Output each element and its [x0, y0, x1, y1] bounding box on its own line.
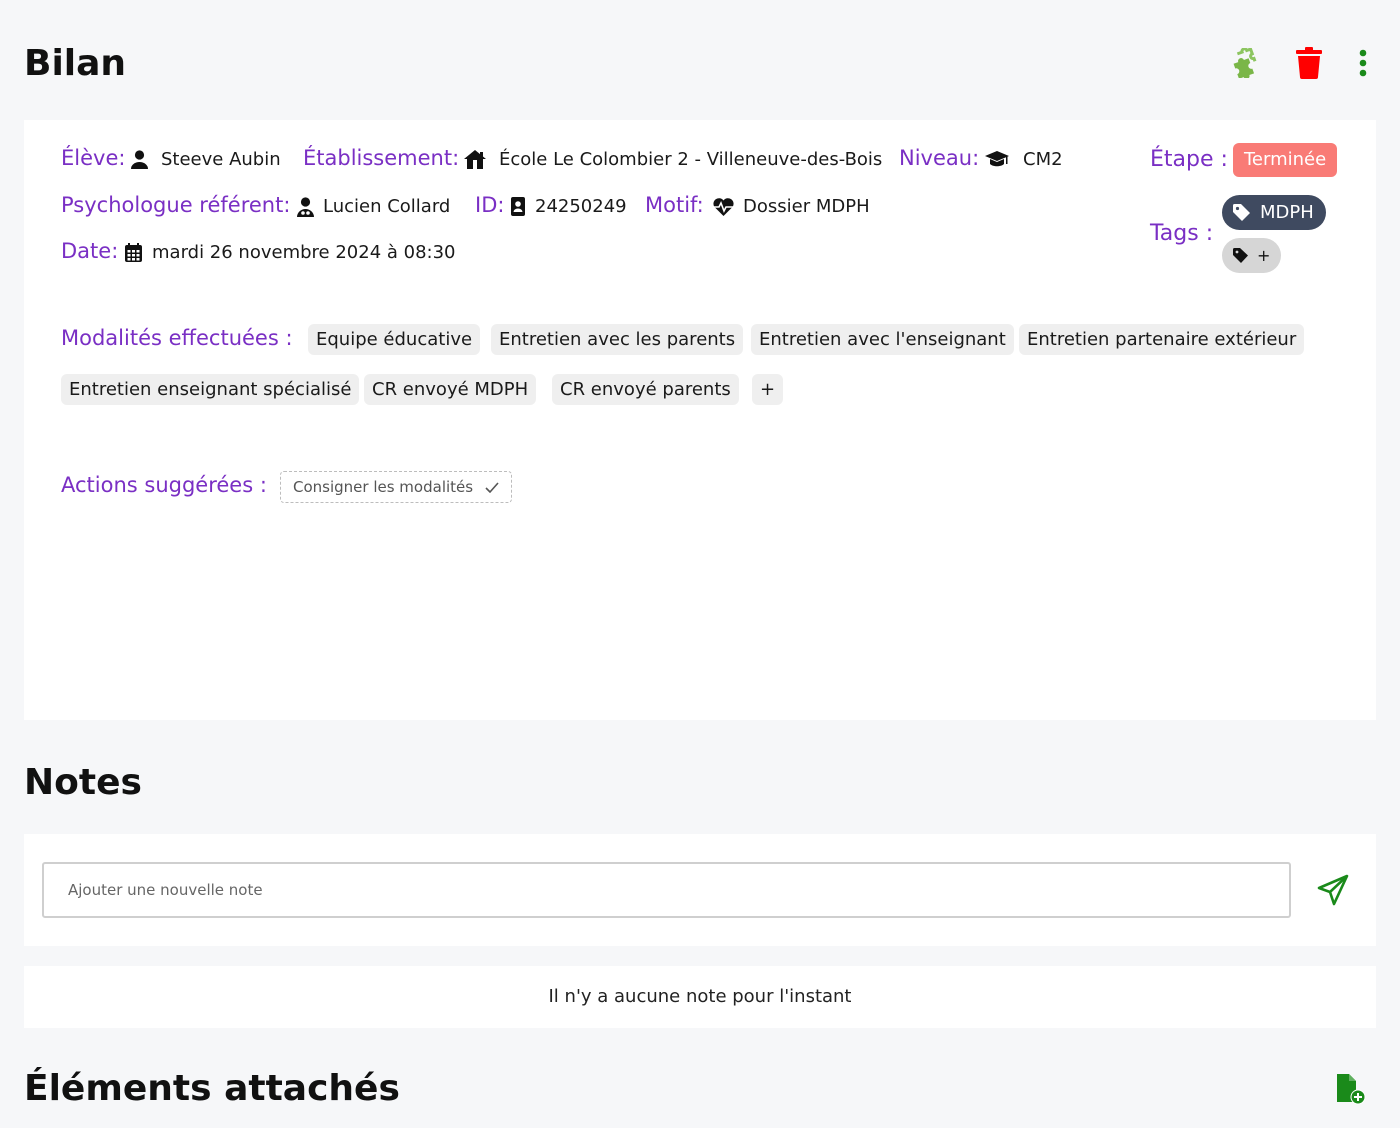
add-attachment-button[interactable]: [1332, 1071, 1368, 1107]
step-status-badge[interactable]: Terminée: [1233, 143, 1338, 177]
tag-label: MDPH: [1260, 202, 1314, 223]
graduation-cap-icon: [985, 151, 1009, 167]
send-note-button[interactable]: [1315, 872, 1351, 908]
send-icon: [1317, 874, 1349, 906]
level-value: CM2: [1023, 149, 1063, 170]
step-label: Étape :: [1150, 147, 1228, 172]
id-label: ID:: [475, 193, 505, 217]
student-value: Steeve Aubin: [161, 149, 281, 170]
id-badge-icon: [511, 197, 525, 216]
tag-icon: [1233, 204, 1250, 221]
heart-pulse-icon: [713, 198, 734, 216]
kebab-menu-icon: [1359, 49, 1367, 77]
school-icon: [464, 150, 486, 169]
date-label: Date:: [61, 239, 119, 263]
more-menu-button[interactable]: [1345, 45, 1381, 81]
school-value: École Le Colombier 2 - Villeneuve-des-Bo…: [499, 149, 883, 170]
puzzle-button[interactable]: [1227, 45, 1263, 81]
modality-chip[interactable]: CR envoyé parents: [552, 374, 739, 405]
page-title: Bilan: [24, 43, 127, 84]
school-label: Établissement:: [303, 146, 460, 170]
modality-chip[interactable]: Entretien enseignant spécialisé: [61, 374, 360, 405]
student-label: Élève:: [61, 146, 126, 170]
actions-label: Actions suggérées :: [61, 473, 267, 497]
modality-chip[interactable]: Entretien avec les parents: [491, 324, 744, 355]
delete-button[interactable]: [1291, 45, 1327, 81]
date-value: mardi 26 novembre 2024 à 08:30: [152, 242, 456, 263]
attachments-title: Éléments attachés: [24, 1068, 400, 1109]
reason-label: Motif:: [645, 193, 704, 217]
modalities-label: Modalités effectuées :: [61, 326, 293, 350]
level-label: Niveau:: [899, 146, 980, 170]
user-icon: [131, 150, 148, 169]
trash-icon: [1296, 47, 1322, 79]
id-value: 24250249: [535, 196, 627, 217]
reason-value: Dossier MDPH: [743, 196, 870, 217]
suggested-action[interactable]: Consigner les modalités: [280, 471, 512, 503]
puzzle-icon: [1233, 48, 1257, 78]
tags-label: Tags :: [1150, 221, 1214, 246]
suggested-action-label: Consigner les modalités: [293, 478, 474, 496]
notes-title: Notes: [24, 762, 142, 803]
check-icon: [485, 481, 499, 493]
tags-icon: [1233, 248, 1248, 263]
calendar-icon: [125, 243, 142, 262]
modality-chip[interactable]: Entretien avec l'enseignant: [751, 324, 1014, 355]
tag-mdph[interactable]: MDPH: [1222, 195, 1326, 230]
add-modality-button[interactable]: +: [752, 374, 784, 405]
psych-label: Psychologue référent:: [61, 193, 291, 217]
modality-chip[interactable]: Entretien partenaire extérieur: [1019, 324, 1305, 355]
notes-empty-message: Il n'y a aucune note pour l'instant: [548, 986, 852, 1007]
add-tag-label: +: [1257, 246, 1271, 265]
modality-chip[interactable]: CR envoyé MDPH: [364, 374, 537, 405]
modality-chip[interactable]: Equipe éducative: [308, 324, 481, 355]
file-add-icon: [1337, 1074, 1366, 1105]
psych-value: Lucien Collard: [323, 196, 451, 217]
add-tag-button[interactable]: +: [1222, 238, 1282, 273]
note-input[interactable]: [42, 862, 1291, 918]
doctor-icon: [297, 197, 314, 217]
